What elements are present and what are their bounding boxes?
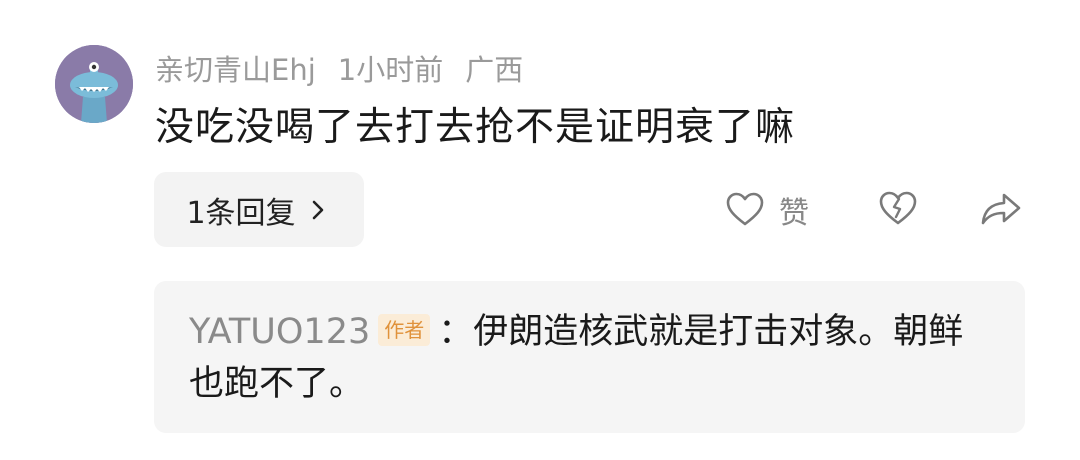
view-replies-button[interactable]: 1条回复 [154,172,364,247]
like-label: 赞 [779,196,809,231]
reply-content: YATUO123 作者 ：伊朗造核武就是打击对象。朝鲜也跑不了。 [189,306,989,410]
author-badge: 作者 [378,314,431,346]
heart-icon [726,192,764,226]
comment-text: 没吃没喝了去打去抢不是证明衰了嘛 [155,105,796,150]
chevron-right-icon [312,200,323,219]
like-button[interactable]: 赞 [725,180,809,240]
reply-username[interactable]: YATUO123 [189,312,370,352]
dislike-button[interactable] [873,184,923,234]
reply-preview-box[interactable]: YATUO123 作者 ：伊朗造核武就是打击对象。朝鲜也跑不了。 [154,281,1025,433]
user-avatar[interactable] [55,45,133,123]
dinosaur-avatar-icon [55,45,133,123]
reply-count-label: 1条回复 [186,195,296,231]
broken-heart-icon [879,191,917,225]
comment-time: 1小时前 [337,53,444,87]
share-button[interactable] [976,184,1026,234]
comment-location: 广西 [465,53,524,87]
comment-username[interactable]: 亲切青山Ehj [155,47,316,89]
share-arrow-icon [981,193,1021,225]
comment-meta: 亲切青山Ehj 1小时前 广西 [155,46,523,90]
comment-card: 亲切青山Ehj 1小时前 广西 没吃没喝了去打去抢不是证明衰了嘛 1条回复 赞 … [0,0,1080,460]
reply-separator: ： [438,312,474,352]
